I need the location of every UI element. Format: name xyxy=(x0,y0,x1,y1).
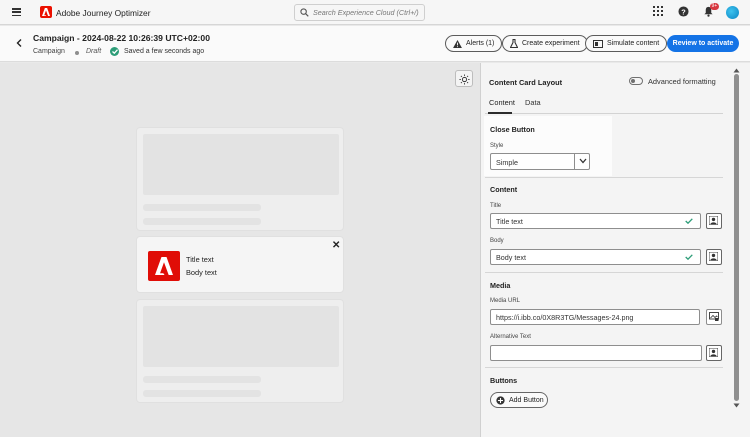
tab-divider xyxy=(485,113,723,114)
placeholder-line xyxy=(143,204,261,211)
back-chevron-icon[interactable] xyxy=(16,39,22,49)
buttons-heading: Buttons xyxy=(490,376,518,385)
body-field[interactable] xyxy=(490,249,701,265)
advanced-formatting-label: Advanced formatting xyxy=(648,77,716,86)
placeholder-line xyxy=(143,218,261,225)
alert-icon xyxy=(453,39,462,48)
checkmark-icon xyxy=(685,218,693,224)
placeholder-card xyxy=(136,299,344,403)
panel-title: Content Card Layout xyxy=(489,78,563,87)
personalization-icon xyxy=(709,252,718,261)
save-status-text: Saved a few seconds ago xyxy=(124,48,205,55)
media-heading: Media xyxy=(490,281,511,290)
top-bar: Adobe Journey Optimizer ? 9+ xyxy=(0,0,750,25)
scroll-up-icon[interactable] xyxy=(733,66,740,73)
create-experiment-label: Create experiment xyxy=(522,40,580,47)
app-name: Adobe Journey Optimizer xyxy=(56,8,151,18)
page-title: Campaign - 2024-08-22 10:26:39 UTC+02:00 xyxy=(33,33,210,43)
alt-text-label: Alternative Text xyxy=(490,334,531,340)
style-label: Style xyxy=(490,143,504,149)
simulate-content-button[interactable]: Simulate content xyxy=(585,35,668,52)
help-icon[interactable]: ? xyxy=(678,6,690,18)
card-title: Title text xyxy=(186,255,214,264)
adobe-logo-icon xyxy=(40,6,52,18)
close-button-heading: Close Button xyxy=(490,125,535,134)
alerts-button[interactable]: Alerts (1) xyxy=(445,35,503,52)
close-icon[interactable]: ✕ xyxy=(332,241,340,251)
placeholder-card xyxy=(136,127,344,231)
add-circle-icon xyxy=(496,395,505,405)
divider xyxy=(485,177,723,178)
placeholder-line xyxy=(143,376,261,383)
simulate-content-label: Simulate content xyxy=(607,40,660,47)
image-picker-icon xyxy=(709,312,719,321)
menu-icon[interactable] xyxy=(12,8,21,17)
personalization-button[interactable] xyxy=(706,249,722,265)
notification-badge: 9+ xyxy=(710,3,719,10)
review-to-activate-button[interactable]: Review to activate xyxy=(667,35,739,52)
personalization-button[interactable] xyxy=(706,213,722,229)
style-select[interactable]: Simple xyxy=(490,153,590,170)
body-label: Body xyxy=(490,238,504,244)
apps-grid-icon[interactable] xyxy=(653,6,665,18)
avatar[interactable] xyxy=(726,6,739,19)
search-box[interactable] xyxy=(294,4,425,21)
checkmark-icon xyxy=(685,254,693,260)
title-label: Title xyxy=(490,203,502,209)
alt-text-field[interactable] xyxy=(490,345,702,361)
breadcrumb[interactable]: Campaign xyxy=(33,48,65,55)
scroll-down-icon[interactable] xyxy=(733,401,740,408)
personalization-button[interactable] xyxy=(706,345,722,361)
divider xyxy=(485,367,723,368)
asset-picker-button[interactable] xyxy=(706,309,722,325)
tab-data[interactable]: Data xyxy=(525,98,541,107)
simulate-icon xyxy=(593,39,603,48)
media-url-input[interactable] xyxy=(496,313,696,322)
search-icon xyxy=(300,8,309,17)
media-url-label: Media URL xyxy=(490,298,521,304)
alerts-label: Alerts (1) xyxy=(466,40,495,47)
placeholder-line xyxy=(143,390,261,397)
beaker-icon xyxy=(510,39,518,48)
title-field[interactable] xyxy=(490,213,701,229)
chevron-down-icon[interactable] xyxy=(574,154,590,169)
active-tab-indicator xyxy=(488,112,512,114)
title-input[interactable] xyxy=(496,217,676,226)
search-input[interactable] xyxy=(313,7,421,18)
personalization-icon xyxy=(709,348,718,357)
card-body: Body text xyxy=(186,268,217,277)
sun-icon xyxy=(459,74,470,85)
style-select-value: Simple xyxy=(496,158,518,167)
body-input[interactable] xyxy=(496,253,676,262)
add-button-label: Add Button xyxy=(509,396,544,404)
placeholder-image xyxy=(143,134,339,195)
campaign-header: Campaign - 2024-08-22 10:26:39 UTC+02:00… xyxy=(0,26,750,62)
checkmark-circle-icon xyxy=(110,47,119,56)
placeholder-image xyxy=(143,306,339,367)
media-url-field[interactable] xyxy=(490,309,700,325)
personalization-icon xyxy=(709,216,718,225)
adobe-logo-icon xyxy=(148,251,180,281)
advanced-formatting-toggle[interactable] xyxy=(629,77,643,85)
add-button-button[interactable]: Add Button xyxy=(490,392,548,408)
status-badge: Draft xyxy=(86,48,102,55)
divider xyxy=(485,272,723,273)
create-experiment-button[interactable]: Create experiment xyxy=(502,35,588,52)
alt-text-input[interactable] xyxy=(496,349,696,358)
tab-content[interactable]: Content xyxy=(489,98,515,107)
status-dot-icon xyxy=(75,51,79,55)
content-heading: Content xyxy=(490,185,518,194)
notifications-icon[interactable]: 9+ xyxy=(703,3,719,18)
svg-text:?: ? xyxy=(681,7,686,16)
theme-toggle-button[interactable] xyxy=(455,70,473,87)
scrollbar-thumb[interactable] xyxy=(734,74,739,401)
content-card-preview: Title text Body text ✕ xyxy=(136,236,344,293)
